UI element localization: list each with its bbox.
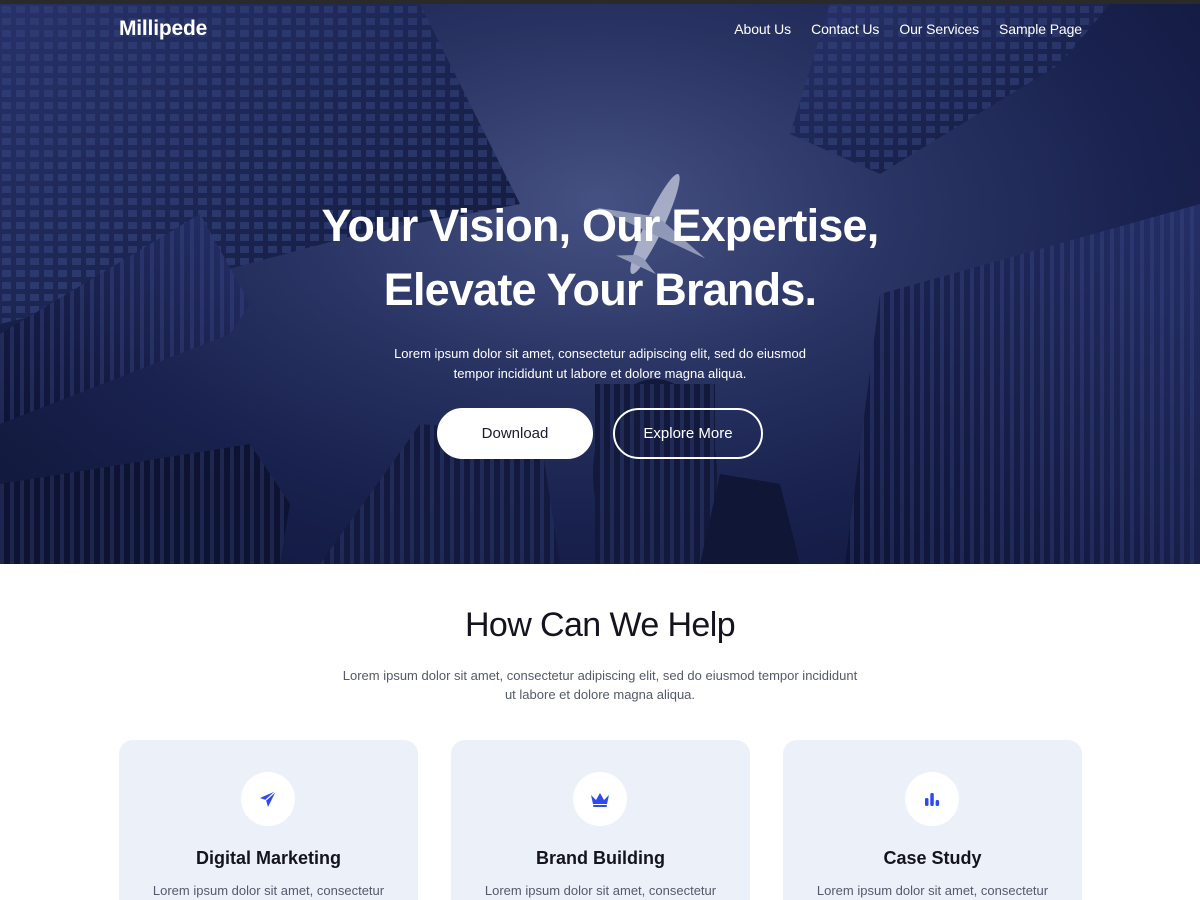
help-section-title: How Can We Help xyxy=(464,606,736,644)
card-icon-wrapper xyxy=(573,772,627,826)
card-title: Case Study xyxy=(883,848,982,868)
card-title: Digital Marketing xyxy=(195,848,342,868)
hero-section: Millipede About Us Contact Us Our Servic… xyxy=(0,0,1200,564)
nav-link-services[interactable]: Our Services xyxy=(899,21,979,37)
service-card-brand-building: Brand Building Lorem ipsum dolor sit ame… xyxy=(451,740,750,900)
service-card-digital-marketing: Digital Marketing Lorem ipsum dolor sit … xyxy=(119,740,418,900)
site-header: Millipede About Us Contact Us Our Servic… xyxy=(0,4,1200,60)
site-logo[interactable]: Millipede xyxy=(119,17,207,41)
main-navigation: About Us Contact Us Our Services Sample … xyxy=(734,21,1082,39)
crown-icon xyxy=(591,793,609,807)
card-icon-wrapper xyxy=(905,772,959,826)
hero-title: Your Vision, Our Expertise, Elevate Your… xyxy=(240,194,960,322)
card-text: Lorem ipsum dolor sit amet, consectetur xyxy=(816,883,1049,898)
nav-item-about: About Us xyxy=(734,21,791,39)
paper-plane-icon xyxy=(260,790,277,807)
download-button[interactable]: Download xyxy=(437,408,593,459)
hero-content: Your Vision, Our Expertise, Elevate Your… xyxy=(0,194,1200,459)
help-section: How Can We Help Lorem ipsum dolor sit am… xyxy=(0,564,1200,900)
nav-item-sample: Sample Page xyxy=(999,21,1082,39)
nav-link-sample-page[interactable]: Sample Page xyxy=(999,21,1082,37)
hero-actions: Download Explore More xyxy=(0,408,1200,459)
explore-more-button[interactable]: Explore More xyxy=(613,408,763,459)
card-icon-wrapper xyxy=(241,772,295,826)
help-section-subtitle: Lorem ipsum dolor sit amet, consectetur … xyxy=(342,668,858,702)
nav-link-contact[interactable]: Contact Us xyxy=(811,21,879,37)
nav-item-services: Our Services xyxy=(899,21,979,39)
service-cards: Digital Marketing Lorem ipsum dolor sit … xyxy=(119,740,1082,900)
card-text: Lorem ipsum dolor sit amet, consectetur xyxy=(152,883,385,898)
nav-link-about[interactable]: About Us xyxy=(734,21,791,37)
bar-chart-icon xyxy=(925,793,940,806)
hero-title-line-2: Elevate Your Brands. xyxy=(383,264,817,315)
hero-title-line-1: Your Vision, Our Expertise, xyxy=(321,200,880,251)
nav-item-contact: Contact Us xyxy=(811,21,879,39)
service-card-case-study: Case Study Lorem ipsum dolor sit amet, c… xyxy=(783,740,1082,900)
card-text: Lorem ipsum dolor sit amet, consectetur xyxy=(484,883,717,898)
card-title: Brand Building xyxy=(536,848,665,868)
hero-subtitle: Lorem ipsum dolor sit amet, consectetur … xyxy=(394,346,806,381)
